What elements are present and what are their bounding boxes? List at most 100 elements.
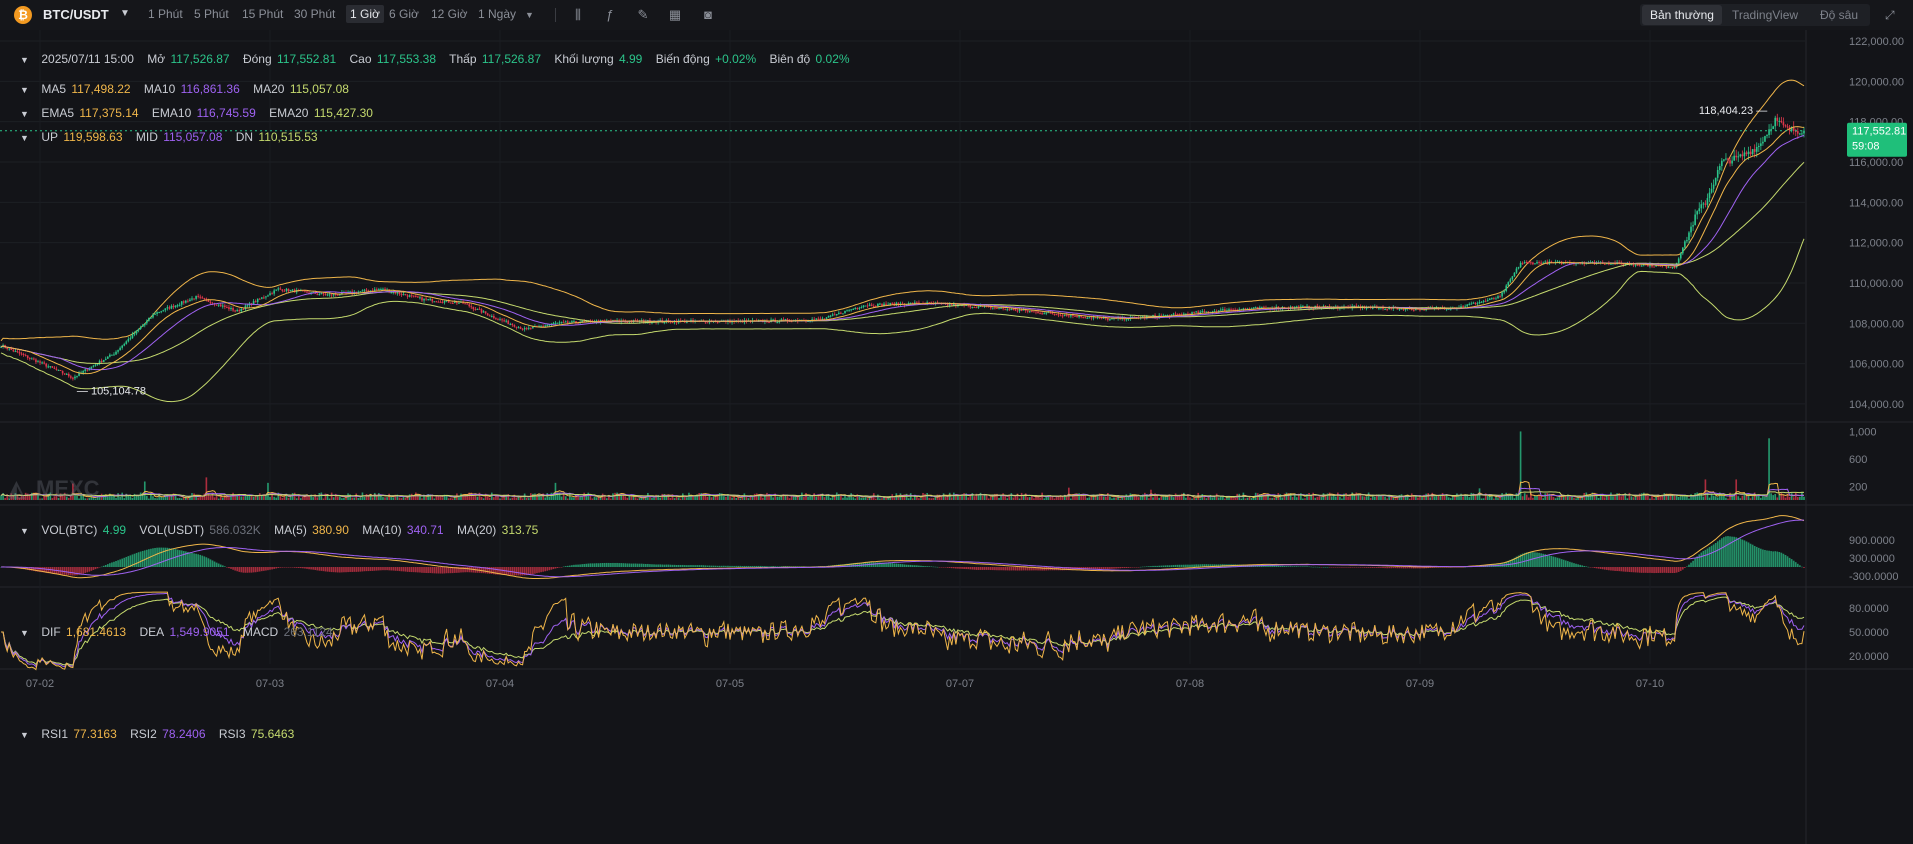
macd-bar — [967, 567, 970, 570]
camera-icon[interactable]: ◙ — [700, 7, 716, 23]
candle-body — [1677, 258, 1680, 263]
interval-1m[interactable]: 1 Phút — [148, 7, 183, 21]
volume-bar — [940, 496, 943, 500]
volume-bar — [0, 495, 2, 500]
macd-bar — [1172, 565, 1175, 567]
macd-bar — [1183, 564, 1185, 567]
macd-bar — [681, 564, 684, 567]
macd-bar — [759, 565, 762, 567]
macd-bar — [546, 567, 549, 571]
volume-bar — [729, 495, 731, 500]
interval-6h[interactable]: 6 Giờ — [389, 7, 419, 21]
mode-depth[interactable]: Độ sâu — [1820, 8, 1858, 22]
symbol-selector[interactable]: BTC/USDT — [43, 7, 109, 22]
macd-bar — [938, 567, 941, 568]
macd-bar — [1727, 536, 1729, 567]
layout-grid-icon[interactable]: ▦ — [667, 7, 683, 23]
chevron-down-icon[interactable]: ▼ — [20, 628, 30, 638]
macd-bar — [263, 567, 265, 571]
candle-body — [277, 288, 280, 290]
macd-bar — [903, 564, 906, 567]
candle-body — [275, 289, 278, 291]
candle-body — [474, 309, 477, 311]
vol-ma20-label: MA(20) — [456, 523, 497, 537]
mode-standard[interactable]: Bản thường — [1642, 5, 1722, 25]
macd-bar — [1121, 567, 1124, 569]
fullscreen-icon[interactable]: ⤢ — [1885, 8, 1895, 23]
macd-bar — [1100, 567, 1103, 570]
candle-body — [815, 318, 818, 320]
macd-bar — [690, 565, 692, 567]
macd-bar — [429, 567, 432, 574]
interval-more-chevron-icon[interactable]: ▼ — [525, 10, 534, 20]
interval-5m[interactable]: 5 Phút — [194, 7, 229, 21]
macd-bar — [1692, 560, 1694, 567]
interval-30m[interactable]: 30 Phút — [294, 7, 335, 21]
macd-bar — [425, 567, 427, 574]
candle-body — [304, 290, 306, 292]
candle-body — [65, 373, 68, 375]
macd-bar — [517, 567, 520, 576]
candle-body — [1365, 307, 1368, 309]
macd-bar — [1148, 566, 1150, 567]
interval-1h[interactable]: 1 Giờ — [346, 5, 384, 23]
macd-bar — [306, 567, 308, 569]
macd-bar — [1129, 567, 1132, 568]
volume-bar — [1330, 496, 1333, 500]
candle-body — [415, 295, 417, 297]
macd-bar — [1371, 567, 1374, 568]
macd-bar — [402, 567, 405, 572]
macd-bar — [443, 567, 446, 574]
candle-body — [84, 369, 87, 372]
macd-bar — [466, 567, 468, 573]
chevron-down-icon[interactable]: ▼ — [120, 8, 130, 19]
macd-bar — [538, 567, 540, 573]
candle-body — [443, 301, 446, 303]
volume-bar — [1332, 495, 1335, 500]
candle-body — [523, 328, 526, 330]
macd-bar — [1016, 567, 1019, 571]
macd-bar — [636, 563, 639, 567]
volume-bar — [1686, 496, 1688, 500]
volume-bar — [1111, 498, 1113, 500]
candle-body — [1068, 315, 1070, 317]
interval-15m[interactable]: 15 Phút — [242, 7, 283, 21]
macd-bar — [1143, 566, 1146, 568]
macd-bar — [88, 567, 91, 572]
chevron-down-icon[interactable]: ▼ — [20, 730, 30, 740]
macd-bar — [162, 547, 165, 567]
interval-1d[interactable]: 1 Ngày — [478, 7, 516, 21]
chevron-down-icon[interactable]: ▼ — [20, 526, 30, 536]
volume-bar — [1022, 495, 1025, 500]
macd-bar — [1312, 566, 1315, 568]
candle-body — [1031, 311, 1033, 313]
macd-bar — [653, 564, 655, 567]
volume-bar — [1741, 495, 1744, 500]
macd-bar — [720, 565, 723, 567]
x-tick-label: 07-10 — [1636, 678, 1664, 690]
candle-body — [1776, 117, 1779, 121]
chart-canvas[interactable]: 122,000.00120,000.00118,000.00116,000.00… — [0, 30, 1913, 844]
volume-bar — [178, 497, 181, 500]
candle-body — [1739, 154, 1742, 157]
interval-12h[interactable]: 12 Giờ — [431, 7, 468, 21]
chevron-down-icon[interactable]: ▼ — [20, 55, 30, 65]
mode-tradingview[interactable]: TradingView — [1732, 8, 1798, 22]
chevron-down-icon[interactable]: ▼ — [20, 109, 30, 119]
candle-body — [552, 323, 555, 325]
macd-bar — [369, 567, 372, 571]
indicator-icon[interactable]: ƒ — [602, 7, 618, 23]
candle-type-icon[interactable]: ⫼ — [570, 7, 586, 23]
volume-bar — [1160, 496, 1163, 500]
draw-pencil-icon[interactable]: ✎ — [635, 7, 651, 23]
macd-bar — [74, 567, 76, 576]
macd-bar — [1156, 565, 1158, 567]
macd-bar — [273, 567, 275, 569]
chevron-down-icon[interactable]: ▼ — [20, 85, 30, 95]
candle-body — [835, 314, 838, 316]
chevron-down-icon[interactable]: ▼ — [20, 133, 30, 143]
candle-body — [404, 294, 407, 296]
macd-bar — [985, 567, 988, 570]
macd-bar — [511, 567, 514, 576]
candle-body — [950, 304, 953, 306]
